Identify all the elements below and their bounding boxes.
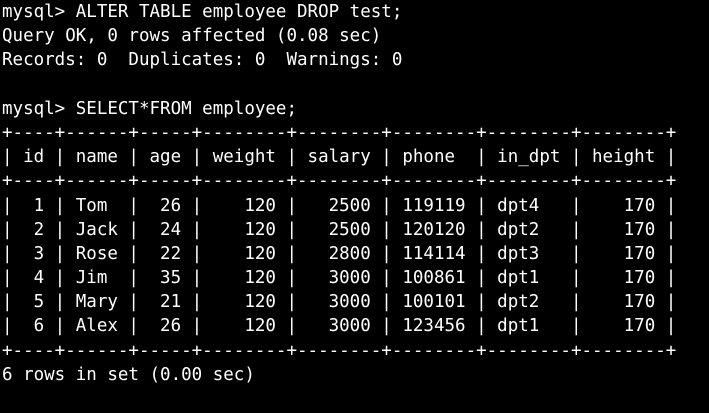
table-row: | 6 | Alex | 26 | 120 | 3000 | 123456 | … xyxy=(2,316,677,337)
records-output: Records: 0 Duplicates: 0 Warnings: 0 xyxy=(2,50,403,71)
query-ok-output: Query OK, 0 rows affected (0.08 sec) xyxy=(2,26,382,47)
table-border-bottom: +----+------+-----+--------+--------+---… xyxy=(2,340,677,361)
table-row: | 4 | Jim | 35 | 120 | 3000 | 100861 | d… xyxy=(2,268,677,289)
table-row: | 3 | Rose | 22 | 120 | 2800 | 114114 | … xyxy=(2,243,677,264)
command-line-alter: mysql> ALTER TABLE employee DROP test; xyxy=(2,2,403,22)
table-border-header: +----+------+-----+--------+--------+---… xyxy=(2,171,677,192)
terminal-window[interactable]: mysql> ALTER TABLE employee DROP test; Q… xyxy=(0,0,709,413)
command-line-select: mysql> SELECT*FROM employee; xyxy=(2,98,298,119)
table-row: | 1 | Tom | 26 | 120 | 2500 | 119119 | d… xyxy=(2,195,677,216)
table-row: | 5 | Mary | 21 | 120 | 3000 | 100101 | … xyxy=(2,292,677,313)
table-header-row: | id | name | age | weight | salary | ph… xyxy=(2,147,677,168)
table-row: | 2 | Jack | 24 | 120 | 2500 | 120120 | … xyxy=(2,219,677,240)
rows-in-set-output: 6 rows in set (0.00 sec) xyxy=(2,364,255,385)
table-border-top: +----+------+-----+--------+--------+---… xyxy=(2,122,677,143)
